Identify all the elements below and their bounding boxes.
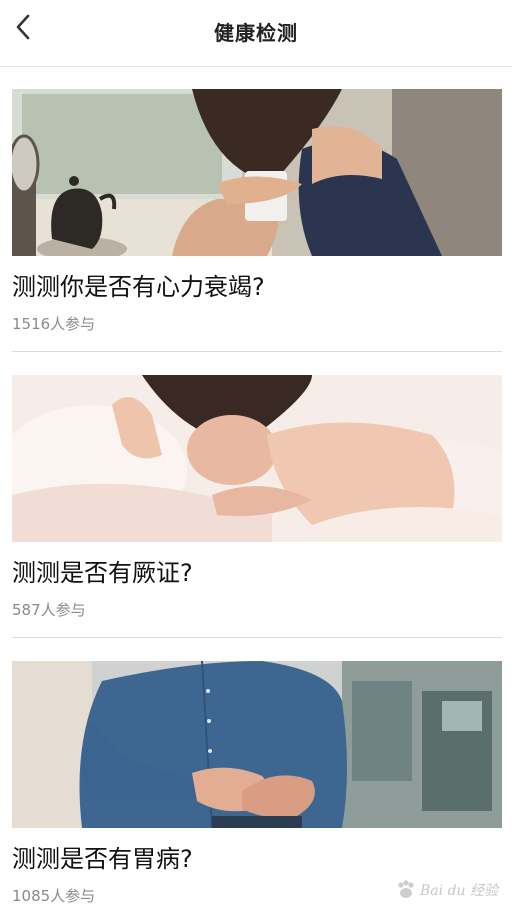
watermark-text: Bai du 经验 [420,883,498,899]
app-header: 健康检测 [0,0,512,67]
divider [12,637,502,638]
test-title: 测测是否有厥证? [12,559,193,587]
participant-count: 587人参与 [12,601,86,619]
watermark: Bai du 经验 [395,879,498,901]
test-title: 测测是否有胃病? [12,845,193,873]
test-title: 测测你是否有心力衰竭? [12,273,265,301]
test-card-image [12,375,502,542]
test-card-image [12,661,502,828]
participant-count: 1516人参与 [12,315,96,333]
paw-icon [398,880,414,898]
participant-count: 1085人参与 [12,887,96,905]
page-title: 健康检测 [214,21,298,45]
divider [12,351,502,352]
test-card-image [12,89,502,256]
